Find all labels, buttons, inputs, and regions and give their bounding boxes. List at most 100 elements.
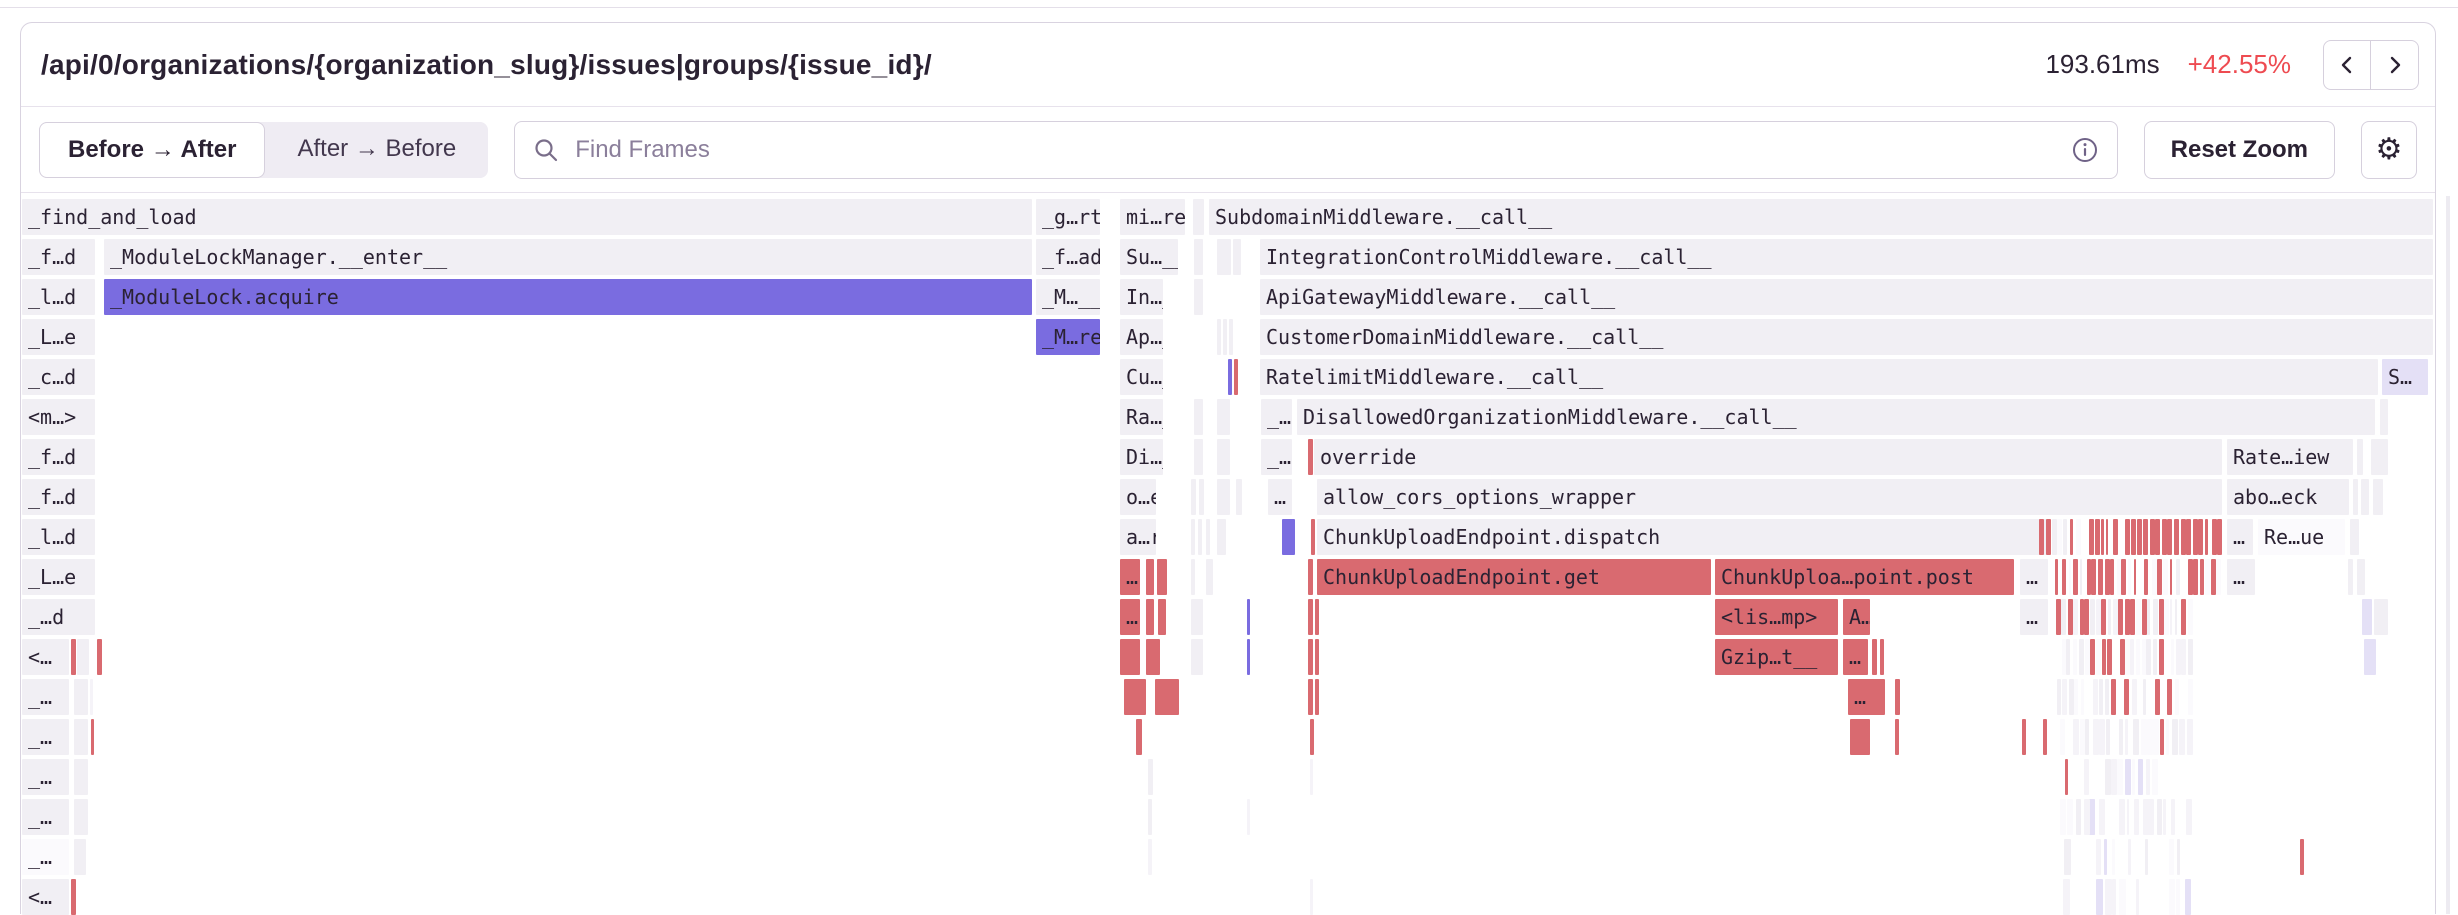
flamegraph-frame[interactable]: _c…d bbox=[22, 359, 95, 395]
flamegraph-frame-sliver[interactable] bbox=[2171, 639, 2174, 675]
flamegraph-frame[interactable]: _M…__ bbox=[1036, 279, 1100, 315]
flamegraph-frame-sliver[interactable] bbox=[2101, 599, 2106, 635]
flamegraph-frame-sliver[interactable] bbox=[2099, 799, 2105, 835]
flamegraph-frame-sliver[interactable] bbox=[2179, 719, 2185, 755]
flamegraph-frame-sliver[interactable] bbox=[1146, 599, 1154, 635]
flamegraph-frame-sliver[interactable] bbox=[2176, 879, 2180, 915]
flamegraph-frame-sliver[interactable] bbox=[2146, 639, 2151, 675]
flamegraph-frame-sliver[interactable] bbox=[71, 639, 76, 675]
flamegraph-frame[interactable]: mi…re bbox=[1120, 199, 1185, 235]
flamegraph-frame[interactable]: _… bbox=[22, 679, 69, 715]
flamegraph-frame[interactable]: … bbox=[1120, 599, 1140, 635]
flamegraph-frame-sliver[interactable] bbox=[2371, 439, 2388, 475]
flamegraph-frame-sliver[interactable] bbox=[2373, 479, 2383, 515]
flamegraph-frame-sliver[interactable] bbox=[2128, 839, 2131, 875]
flamegraph-frame-sliver[interactable] bbox=[2198, 519, 2203, 555]
flamegraph-frame-sliver[interactable] bbox=[2130, 599, 2135, 635]
flamegraph-frame-sliver[interactable] bbox=[1191, 559, 1195, 595]
flamegraph-frame-sliver[interactable] bbox=[2073, 559, 2078, 595]
flamegraph-frame-sliver[interactable] bbox=[2155, 679, 2160, 715]
flamegraph-frame-sliver[interactable] bbox=[74, 799, 88, 835]
flamegraph-frame-sliver[interactable] bbox=[2093, 679, 2098, 715]
flamegraph-frame-sliver[interactable] bbox=[2133, 719, 2139, 755]
flamegraph-frame-sliver[interactable] bbox=[1315, 599, 1319, 635]
flamegraph-frame-sliver[interactable] bbox=[1217, 519, 1226, 555]
flamegraph-frame-sliver[interactable] bbox=[1315, 639, 1319, 675]
flamegraph-frame-sliver[interactable] bbox=[1199, 479, 1204, 515]
flamegraph-frame[interactable]: … bbox=[1120, 559, 1140, 595]
flamegraph-frame-sliver[interactable] bbox=[2300, 839, 2304, 875]
flamegraph-frame-sliver[interactable] bbox=[2110, 559, 2114, 595]
flamegraph-frame-sliver[interactable] bbox=[2076, 519, 2081, 555]
flamegraph-frame-sliver[interactable] bbox=[2096, 839, 2101, 875]
flamegraph-frame[interactable]: _… bbox=[22, 839, 69, 875]
flamegraph-frame-sliver[interactable] bbox=[2157, 559, 2162, 595]
flamegraph-frame-sliver[interactable] bbox=[2132, 679, 2137, 715]
flamegraph-frame-sliver[interactable] bbox=[1217, 479, 1230, 515]
flamegraph-frame-sliver[interactable] bbox=[1308, 559, 1313, 595]
flamegraph-frame-sliver[interactable] bbox=[74, 679, 88, 715]
flamegraph-frame[interactable]: ChunkUploadEndpoint.get bbox=[1317, 559, 1711, 595]
flamegraph-frame-sliver[interactable] bbox=[1158, 599, 1166, 635]
flamegraph-frame[interactable]: Gzip…t__ bbox=[1715, 639, 1838, 675]
flamegraph-frame-sliver[interactable] bbox=[1148, 759, 1153, 795]
flamegraph-frame-sliver[interactable] bbox=[1206, 519, 1210, 555]
flamegraph-frame-sliver[interactable] bbox=[2357, 559, 2365, 595]
flamegraph-frame-sliver[interactable] bbox=[2153, 599, 2158, 635]
flamegraph-frame-sliver[interactable] bbox=[1148, 839, 1152, 875]
flamegraph-frame-sliver[interactable] bbox=[1217, 319, 1221, 355]
flamegraph-frame-sliver[interactable] bbox=[2205, 559, 2210, 595]
flamegraph-frame-sliver[interactable] bbox=[74, 719, 88, 755]
flamegraph-frame-sliver[interactable] bbox=[2060, 799, 2066, 835]
flamegraph-frame[interactable]: IntegrationControlMiddleware.__call__ bbox=[1260, 239, 2433, 275]
flamegraph-frame-sliver[interactable] bbox=[2062, 679, 2067, 715]
flamegraph-frame-sliver[interactable] bbox=[2138, 759, 2143, 795]
flamegraph-frame-sliver[interactable] bbox=[2152, 759, 2158, 795]
flamegraph-frame-sliver[interactable] bbox=[2111, 679, 2116, 715]
flamegraph-frame-sliver[interactable] bbox=[2136, 639, 2140, 675]
flamegraph-frame[interactable]: _… bbox=[22, 759, 69, 795]
flamegraph-frame[interactable]: … bbox=[2227, 519, 2253, 555]
flamegraph-frame-sliver[interactable] bbox=[2186, 519, 2191, 555]
flamegraph-frame[interactable]: In…_ bbox=[1120, 279, 1163, 315]
flamegraph-frame-sliver[interactable] bbox=[2130, 639, 2134, 675]
flamegraph-frame-sliver[interactable] bbox=[1308, 679, 1313, 715]
flamegraph-frame-sliver[interactable] bbox=[2134, 799, 2139, 835]
flamegraph-frame-sliver[interactable] bbox=[2125, 519, 2130, 555]
flamegraph-frame-sliver[interactable] bbox=[2176, 559, 2180, 595]
flamegraph-frame[interactable]: … bbox=[2227, 559, 2255, 595]
flamegraph-frame-sliver[interactable] bbox=[2055, 559, 2058, 595]
flamegraph-frame-sliver[interactable] bbox=[1146, 639, 1160, 675]
flamegraph-frame-sliver[interactable] bbox=[1880, 639, 1884, 675]
flamegraph-frame-sliver[interactable] bbox=[2145, 839, 2148, 875]
flamegraph-frame-sliver[interactable] bbox=[1247, 599, 1250, 635]
flamegraph-frame-sliver[interactable] bbox=[2174, 519, 2179, 555]
flamegraph-frame-sliver[interactable] bbox=[2167, 679, 2172, 715]
flamegraph-frame-sliver[interactable] bbox=[2067, 799, 2073, 835]
flamegraph-frame[interactable]: _… bbox=[1261, 439, 1292, 475]
flamegraph-frame-sliver[interactable] bbox=[2350, 519, 2359, 555]
flamegraph-frame-sliver[interactable] bbox=[1282, 519, 1295, 555]
flamegraph-frame-sliver[interactable] bbox=[2065, 759, 2068, 795]
flamegraph-frame-sliver[interactable] bbox=[1146, 559, 1154, 595]
flamegraph-frame-sliver[interactable] bbox=[1850, 719, 1870, 755]
flamegraph-frame-sliver[interactable] bbox=[1148, 799, 1152, 835]
flamegraph-frame-sliver[interactable] bbox=[1308, 439, 1313, 475]
flamegraph-frame-sliver[interactable] bbox=[2076, 799, 2081, 835]
flamegraph-frame-sliver[interactable] bbox=[2348, 559, 2353, 595]
flamegraph-frame-sliver[interactable] bbox=[1194, 239, 1203, 275]
flamegraph-frame[interactable]: … bbox=[1268, 479, 1292, 515]
flamegraph-frame-sliver[interactable] bbox=[2106, 519, 2108, 555]
flamegraph-frame-sliver[interactable] bbox=[2080, 559, 2082, 595]
flamegraph-frame-sliver[interactable] bbox=[2113, 519, 2118, 555]
flamegraph-frame[interactable]: a…r bbox=[1120, 519, 1156, 555]
flamegraph-frame-sliver[interactable] bbox=[2063, 519, 2067, 555]
flamegraph-frame-sliver[interactable] bbox=[2119, 799, 2125, 835]
flamegraph-frame-sliver[interactable] bbox=[2157, 799, 2162, 835]
flamegraph-frame-sliver[interactable] bbox=[1217, 399, 1230, 435]
flamegraph-frame-sliver[interactable] bbox=[2132, 759, 2135, 795]
flamegraph-frame-sliver[interactable] bbox=[2073, 599, 2078, 635]
flamegraph-frame-sliver[interactable] bbox=[2084, 759, 2089, 795]
flamegraph-frame-sliver[interactable] bbox=[2147, 599, 2150, 635]
flamegraph-frame-sliver[interactable] bbox=[2062, 559, 2066, 595]
